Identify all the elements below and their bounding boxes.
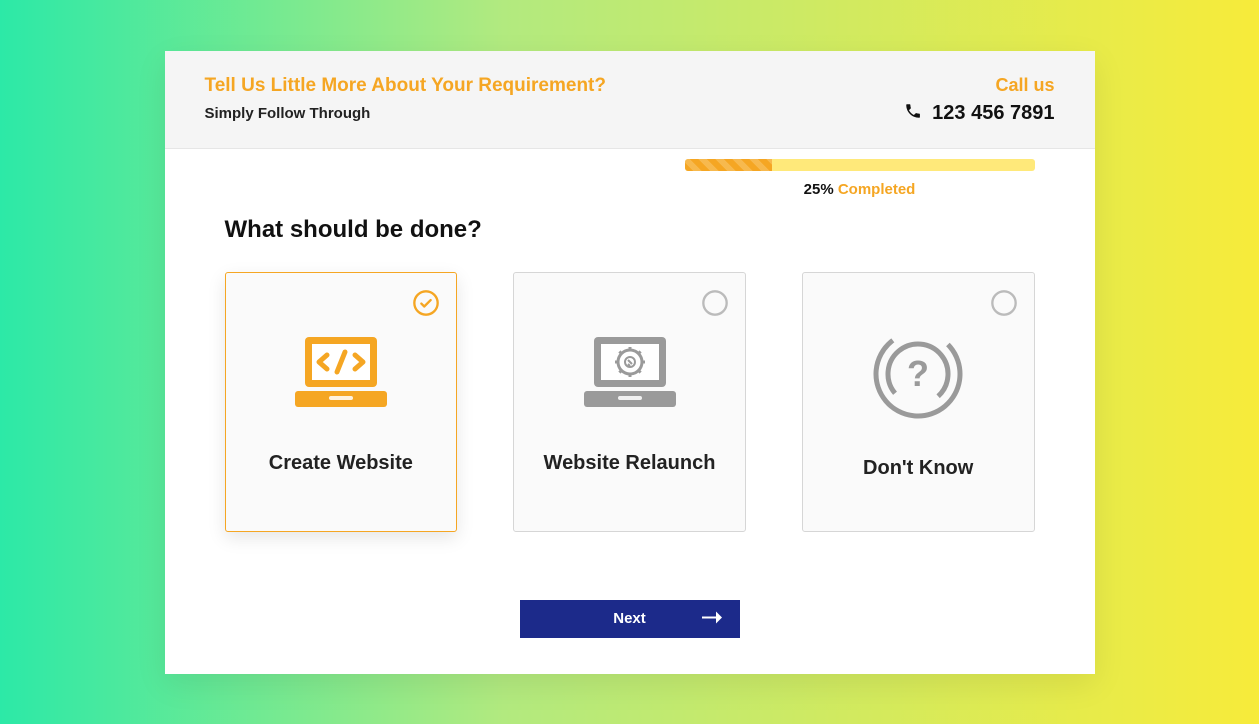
option-create-website[interactable]: Create Website (225, 272, 458, 532)
wizard-footer: Next (165, 572, 1095, 674)
radio-icon (701, 289, 729, 322)
header-title: Tell Us Little More About Your Requireme… (205, 75, 607, 97)
header-right: Call us 123 456 7891 (904, 75, 1054, 126)
header: Tell Us Little More About Your Requireme… (165, 51, 1095, 149)
arrow-right-icon (702, 610, 722, 627)
option-dont-know[interactable]: ? Don't Know (802, 272, 1035, 532)
option-label: Don't Know (863, 457, 973, 480)
options-row: Create Website (225, 272, 1035, 532)
next-button-label: Next (613, 610, 646, 627)
next-button[interactable]: Next (520, 600, 740, 638)
wizard-body: What should be done? (165, 198, 1095, 572)
progress-bar (685, 159, 1035, 171)
phone-icon (904, 102, 922, 126)
phone-number: 123 456 7891 (932, 102, 1054, 125)
progress-completed-text: Completed (838, 181, 916, 198)
check-icon (412, 289, 440, 322)
progress-label: 25% Completed (685, 181, 1035, 198)
wizard-card: Tell Us Little More About Your Requireme… (165, 51, 1095, 674)
svg-text:?: ? (907, 353, 929, 394)
question-circle-icon: ? (868, 324, 968, 429)
progress-section: 25% Completed (165, 149, 1095, 198)
laptop-gear-icon (570, 329, 690, 424)
question-title: What should be done? (225, 216, 1035, 244)
option-label: Create Website (269, 452, 413, 475)
header-left: Tell Us Little More About Your Requireme… (205, 75, 607, 122)
phone-row: 123 456 7891 (904, 102, 1054, 126)
progress-fill (685, 159, 773, 171)
progress-percent: 25% (804, 181, 834, 198)
option-website-relaunch[interactable]: Website Relaunch (513, 272, 746, 532)
radio-icon (990, 289, 1018, 322)
laptop-code-icon (281, 329, 401, 424)
header-subtitle: Simply Follow Through (205, 105, 607, 122)
option-label: Website Relaunch (544, 452, 716, 475)
callus-label: Call us (904, 75, 1054, 96)
